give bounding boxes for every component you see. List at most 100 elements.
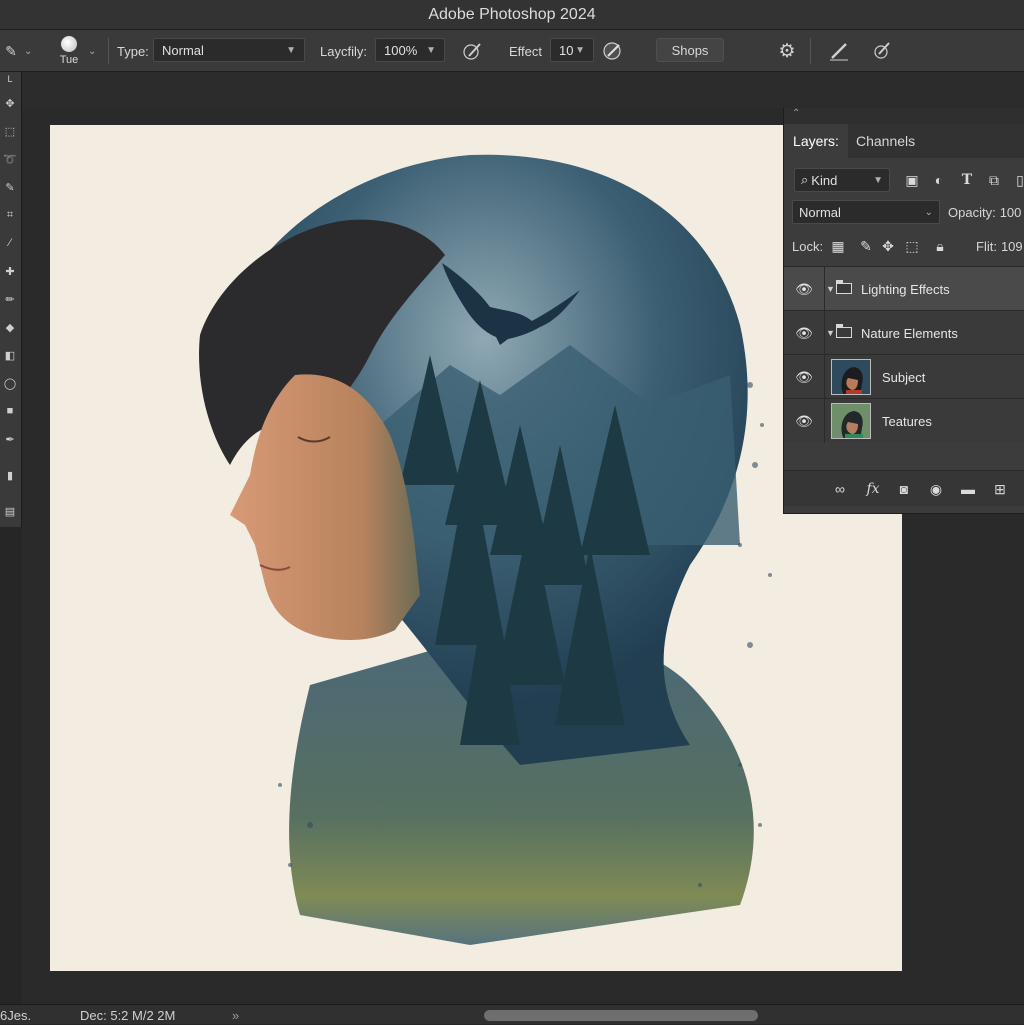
chevron-down-icon: ▼ bbox=[575, 44, 585, 56]
gear-icon[interactable]: ⚙ bbox=[775, 30, 799, 72]
type-label: Type: bbox=[117, 43, 149, 59]
brush-tool-icon[interactable]: ✏ bbox=[0, 288, 20, 310]
zoom-level[interactable]: 6Jes. bbox=[0, 1005, 31, 1025]
blend-mode-value: Normal bbox=[162, 42, 204, 58]
layer-row-teatures[interactable]: 👁︎ Teatures bbox=[784, 398, 1024, 443]
new-group-icon[interactable]: ▬ bbox=[958, 479, 978, 499]
brush-preset-label: Tue bbox=[59, 54, 79, 66]
layer-name: Lighting Effects bbox=[861, 281, 950, 297]
layer-fill-label: Flit: bbox=[976, 238, 997, 254]
layer-row-subject[interactable]: 👁︎ Subject bbox=[784, 354, 1024, 399]
pen-tool-icon[interactable]: ✒ bbox=[0, 428, 20, 450]
tab-layers[interactable]: Layers: bbox=[784, 124, 848, 158]
document-info[interactable]: Dec: 5:2 M/2 2M bbox=[80, 1005, 175, 1025]
layer-row-nature-elements[interactable]: 👁︎ ▼ Nature Elements bbox=[784, 310, 1024, 355]
new-layer-icon[interactable]: ⊞ bbox=[990, 479, 1010, 499]
brush-chevron-icon[interactable]: ⌄ bbox=[88, 30, 100, 72]
chevron-down-icon: ▼ bbox=[873, 174, 883, 186]
layer-fill-control[interactable]: Flit: 109 bbox=[976, 234, 1024, 258]
airbrush-icon[interactable] bbox=[600, 30, 624, 72]
layer-opacity-label: Opacity: bbox=[948, 204, 996, 220]
layers-panel: ⌃ Layers: Channels ⌕ Kind ▼ ▣ ◐ T ⧉ ▯ No… bbox=[783, 108, 1024, 514]
brush-tip-icon bbox=[61, 36, 77, 52]
gradient-tool-icon[interactable]: ◧ bbox=[0, 344, 20, 366]
lock-image-pixels-icon[interactable]: ✎ bbox=[856, 236, 876, 256]
shops-button[interactable]: Shops bbox=[656, 38, 724, 62]
ellipse-tool-icon[interactable]: ◯ bbox=[0, 372, 20, 394]
visibility-eye-icon[interactable]: 👁︎ bbox=[794, 411, 814, 431]
layer-thumbnail bbox=[831, 359, 871, 395]
toolbar-collapse-label[interactable]: L bbox=[0, 72, 20, 86]
status-menu-arrow-icon[interactable]: » bbox=[232, 1005, 239, 1025]
pressure-opacity-icon[interactable] bbox=[460, 30, 484, 72]
layer-name: Subject bbox=[882, 369, 926, 385]
add-mask-icon[interactable]: ◙ bbox=[894, 479, 914, 499]
options-bar: ✎ ⌄ Tue ⌄ Type: Normal ▼ Laycfily: 100% … bbox=[0, 30, 1024, 72]
layer-fill-value: 109 bbox=[1000, 238, 1023, 254]
layer-blend-mode-select[interactable]: Normal ⌄ bbox=[792, 200, 940, 224]
visibility-eye-icon[interactable]: 👁︎ bbox=[794, 367, 814, 387]
rectangle-tool-icon[interactable]: ■ bbox=[0, 400, 20, 422]
expand-chevron-icon[interactable]: ▼ bbox=[826, 267, 835, 311]
marquee-tool-icon[interactable]: ⬚ bbox=[0, 120, 20, 142]
color-swatch-icon[interactable]: ▮ bbox=[0, 460, 20, 490]
chevron-down-icon: ▼ bbox=[286, 44, 296, 56]
lock-artboard-icon[interactable]: ⬚ bbox=[902, 236, 922, 256]
layer-name: Teatures bbox=[882, 413, 932, 429]
document-tab-strip bbox=[0, 72, 1024, 108]
blend-mode-select[interactable]: Normal ▼ bbox=[153, 38, 305, 62]
eraser-tool-icon[interactable]: ◆ bbox=[0, 316, 20, 338]
quick-select-tool-icon[interactable]: ✎ bbox=[0, 176, 20, 198]
lock-position-icon[interactable]: ✥ bbox=[878, 236, 898, 256]
chevron-down-icon: ▼ bbox=[426, 44, 436, 56]
chevron-down-icon: ⌄ bbox=[924, 206, 933, 218]
panel-tabs: Layers: Channels bbox=[784, 124, 1024, 158]
status-bar: 6Jes. Dec: 5:2 M/2 2M » bbox=[0, 1004, 1024, 1024]
layer-opacity-control[interactable]: Opacity: 100 bbox=[948, 200, 1024, 224]
horizontal-scrollbar-thumb[interactable] bbox=[484, 1010, 758, 1021]
filter-kind-select[interactable]: ⌕ Kind ▼ bbox=[794, 168, 890, 192]
divider bbox=[824, 355, 825, 399]
crop-tool-icon[interactable]: ⌗ bbox=[0, 204, 20, 226]
screen-mode-icon[interactable]: ▤ bbox=[0, 500, 20, 522]
lock-transparent-pixels-icon[interactable]: ▦ bbox=[828, 236, 848, 256]
lock-all-icon[interactable]: 🔒︎ bbox=[930, 236, 950, 256]
adjustment-layer-icon[interactable]: ◉ bbox=[926, 479, 946, 499]
effect-label: Effect bbox=[509, 43, 543, 59]
layer-thumbnail bbox=[831, 403, 871, 439]
search-icon: ⌕ bbox=[801, 172, 809, 187]
filter-smart-object-icon[interactable]: ▯ bbox=[1010, 170, 1024, 190]
panel-grip[interactable]: ⌃ bbox=[784, 108, 1024, 124]
visibility-eye-icon[interactable]: 👁︎ bbox=[794, 279, 814, 299]
effect-input[interactable]: 10 ▼ bbox=[550, 38, 594, 62]
tab-channels[interactable]: Channels bbox=[856, 124, 915, 158]
filter-pixel-icon[interactable]: ▣ bbox=[902, 170, 922, 190]
opacity-input[interactable]: 100% ▼ bbox=[375, 38, 445, 62]
divider bbox=[824, 399, 825, 443]
brush-preset-picker[interactable]: Tue bbox=[56, 30, 82, 72]
layer-name: Nature Elements bbox=[861, 325, 958, 341]
link-layers-icon[interactable]: ∞ bbox=[830, 479, 850, 499]
lasso-tool-icon[interactable]: ➰ bbox=[0, 148, 20, 170]
layer-row-lighting-effects[interactable]: 👁︎ ▼ Lighting Effects bbox=[784, 266, 1024, 311]
visibility-eye-icon[interactable]: 👁︎ bbox=[794, 323, 814, 343]
layer-style-fx-icon[interactable]: fx bbox=[863, 479, 883, 499]
eyedropper-tool-icon[interactable]: ⁄ bbox=[0, 232, 20, 254]
move-tool-icon[interactable]: ✥ bbox=[0, 92, 20, 114]
layer-blend-mode-value: Normal bbox=[799, 204, 841, 220]
tools-panel: L ✥ ⬚ ➰ ✎ ⌗ ⁄ ✚ ✏ ◆ ◧ ◯ ■ ✒ ▮ ▤ bbox=[0, 72, 22, 527]
brush-tool-icon[interactable]: ✎ bbox=[0, 30, 22, 72]
double-exposure-artwork bbox=[199, 154, 772, 945]
filter-shape-icon[interactable]: ⧉ bbox=[984, 170, 1004, 190]
window-title: Adobe Photoshop 2024 bbox=[428, 5, 596, 23]
filter-type-icon[interactable]: T bbox=[957, 170, 977, 190]
symmetry-icon[interactable] bbox=[870, 30, 894, 72]
filter-adjustment-icon[interactable]: ◐ bbox=[929, 170, 949, 190]
healing-tool-icon[interactable]: ✚ bbox=[0, 260, 20, 282]
pen-pressure-icon[interactable] bbox=[827, 30, 851, 72]
document-canvas[interactable] bbox=[50, 125, 902, 971]
filter-kind-value: Kind bbox=[811, 172, 838, 188]
tool-preset-chevron-icon[interactable]: ⌄ bbox=[24, 30, 36, 72]
expand-chevron-icon[interactable]: ▼ bbox=[826, 311, 835, 355]
divider bbox=[108, 38, 112, 64]
